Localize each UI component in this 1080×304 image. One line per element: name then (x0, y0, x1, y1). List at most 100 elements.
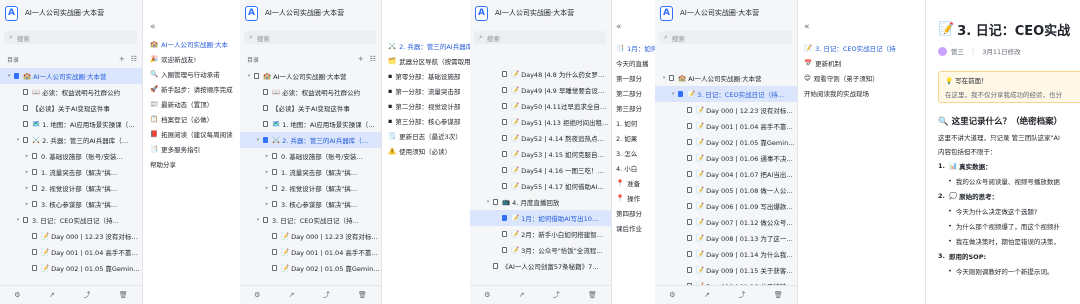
chevron-icon[interactable]: ▾ (255, 217, 261, 223)
tree-item[interactable]: 📝 Day54 | 4.16 一图三吃！… (470, 162, 611, 178)
outline-item[interactable]: 📰 最新动态（置顶） (150, 96, 240, 111)
outline-item[interactable]: 帮助分享 (150, 156, 240, 171)
share-icon[interactable]: ↗ (49, 291, 55, 299)
tree-item[interactable]: 📝 2月：新手小白如何搭建智… (470, 226, 611, 242)
outline-item[interactable]: ▪ 第一分部：流量突击部 (388, 83, 470, 98)
tree-item[interactable]: ▾ 📺 4. 月度直播回放 (470, 194, 611, 210)
outline-item[interactable]: 3. 怎么 (616, 145, 655, 160)
tree-item[interactable]: ▾ 🏫 AI一人公司实战圈·大本营 (655, 70, 797, 86)
tree-item[interactable]: ▸ 3. 核心参谋部（解决"搞… (240, 196, 381, 212)
gear-icon[interactable]: ⚙ (254, 291, 260, 299)
tree-item[interactable]: 📖 必读：权益说明与社群公约 (240, 84, 381, 100)
tree-item[interactable]: ▸ 0. 基础设施部（账号/安装… (0, 148, 142, 164)
tree-item[interactable]: 【必读】关于AI变现这件事 (0, 100, 142, 116)
collapse-icon[interactable]: « (804, 22, 810, 32)
tree-item[interactable]: 📝 Day 007 | 01.12 做公众号… (655, 214, 797, 230)
chevron-icon[interactable]: ▾ (15, 137, 21, 143)
chevron-icon[interactable]: ▾ (485, 199, 491, 205)
tree-item[interactable]: 📝 Day48 |4.8 为什么药女罗… (470, 66, 611, 82)
chevron-icon[interactable]: ▾ (661, 75, 667, 81)
tree-item[interactable]: 📝 Day52 | 4.14 熬夜追热点… (470, 130, 611, 146)
outline-item[interactable]: ▪ 第三分部：核心参谋部 (388, 113, 470, 128)
chevron-icon[interactable]: ▾ (15, 217, 21, 223)
gear-icon[interactable]: ⚙ (484, 291, 490, 299)
tree-item[interactable]: 📝 Day 001 | 01.04 高手不靠… (240, 244, 381, 260)
add-icon[interactable]: + (358, 55, 364, 63)
tree-item[interactable]: 📝 Day 006 | 01.09 写出爆款… (655, 198, 797, 214)
tree-item[interactable]: 📝 Day49 |4.9 早睡觉要会设… (470, 82, 611, 98)
chevron-icon[interactable]: ▾ (670, 91, 676, 97)
gear-icon[interactable]: ⚙ (14, 291, 20, 299)
tree-item[interactable]: 📝 Day50 |4.11过早追求全自… (470, 98, 611, 114)
chevron-icon[interactable]: ▸ (264, 185, 270, 191)
tree-item[interactable]: 🗺️ 1. 地图：AI应用场景实操课（… (0, 116, 142, 132)
trash-icon[interactable]: 🗑 (119, 291, 128, 299)
gear-icon[interactable]: ⚙ (669, 291, 675, 299)
chevron-icon[interactable]: ▸ (264, 153, 270, 159)
trash-icon[interactable]: 🗑 (774, 291, 783, 299)
tree-item[interactable]: 📝 Day 002 | 01.05 靠Gemin… (240, 260, 381, 276)
tree-item[interactable]: 📝 Day 001 | 01.04 高手不靠… (0, 244, 142, 260)
tree-item[interactable]: ▾ 3. 日记：CEO实战日记（持… (0, 212, 142, 228)
tree-item[interactable]: 📝 Day 000 | 12.23 没有对标… (0, 228, 142, 244)
tree-item[interactable]: ▾ 3. 日记：CEO实战日记（持… (240, 212, 381, 228)
outline-item[interactable]: ▪ 第二分部：视觉设计部 (388, 98, 470, 113)
outline-item[interactable]: 🎉 欢迎新战友! (150, 51, 240, 66)
tree-item[interactable]: ▸ 1. 流量突击部（解决"搞… (240, 164, 381, 180)
add-icon[interactable]: + (119, 55, 125, 63)
chart-icon[interactable]: ⤴ (83, 290, 90, 300)
tree-item[interactable]: ▸ 2. 视觉设计部（解决"搞… (240, 180, 381, 196)
outline-item[interactable]: 第二部分 (616, 85, 655, 100)
chart-icon[interactable]: ⤴ (738, 290, 745, 300)
tree-item[interactable]: 📝 Day 002 | 01.05 靠Gemin… (655, 134, 797, 150)
chevron-icon[interactable]: ▸ (264, 169, 270, 175)
outline-item[interactable]: 🚀 新手起步：请按顺序完成 (150, 81, 240, 96)
outline-item[interactable]: 📍 操作 (616, 190, 655, 205)
tree-item[interactable]: 📝 Day 009 | 01.15 关于获客… (655, 262, 797, 278)
chart-icon[interactable]: ⤴ (323, 290, 330, 300)
outline-item[interactable]: 📝 3. 日记：CEO实战日记（持 (804, 40, 925, 55)
search-input[interactable]: ⌕ 搜索 (659, 31, 792, 44)
tree-item[interactable]: ▾ 🏫 AI一人公司实战圈·大本营 (240, 68, 381, 84)
tree-item[interactable]: 📝 Day 005 | 01.08 做一人公… (655, 182, 797, 198)
chevron-icon[interactable]: ▸ (24, 153, 30, 159)
search-input[interactable]: ⌕ 搜索 (244, 31, 376, 44)
chevron-icon[interactable]: ▾ (6, 73, 12, 79)
chevron-icon[interactable]: ▸ (24, 169, 30, 175)
tree-item[interactable]: 《AI一人公司创富57条秘籍》7… (470, 258, 611, 274)
outline-item[interactable]: ▪ 第零分部：基础设施部 (388, 68, 470, 83)
tree-item[interactable]: 📝 Day 001 | 01.04 高手不靠… (655, 118, 797, 134)
tree-item[interactable]: 📝 Day51 |4.13 拒绝时间出租… (470, 114, 611, 130)
outline-item[interactable]: 课后作业 (616, 220, 655, 235)
outline-item[interactable]: 今天的直播 (616, 55, 655, 70)
share-icon[interactable]: ↗ (519, 291, 525, 299)
tree-item[interactable]: ▸ 1. 流量突击部（解决"搞… (0, 164, 142, 180)
trash-icon[interactable]: 🗑 (588, 291, 597, 299)
tree-item[interactable]: 📝 Day 000 | 12.23 没有对标… (240, 228, 381, 244)
outline-item[interactable]: 第三部分 (616, 100, 655, 115)
menu-icon[interactable]: ☷ (370, 55, 376, 63)
chevron-icon[interactable]: ▸ (24, 201, 30, 207)
trash-icon[interactable]: 🗑 (358, 291, 367, 299)
tree-item[interactable]: ▾ 📝 3. 日记：CEO实战日记（持… (655, 86, 797, 102)
tree-item[interactable]: 📝 Day53 | 4.15 如何克服自… (470, 146, 611, 162)
chevron-icon[interactable]: ▸ (24, 185, 30, 191)
outline-item[interactable]: 🔍 入圈管理与行动承诺 (150, 66, 240, 81)
tree-item[interactable]: ▾ 🏫 AI一人公司实战圈·大本营 (0, 68, 142, 84)
tree-item[interactable]: 📝 Day 003 | 01.06 通事不决… (655, 150, 797, 166)
share-icon[interactable]: ↗ (704, 291, 710, 299)
outline-item[interactable]: 📋 档案登记（必做） (150, 111, 240, 126)
tree-item[interactable]: 📝 Day 000 | 12.23 没有对标… (655, 102, 797, 118)
outline-item[interactable]: 🏫 AI一人公司实战圈·大本 (150, 36, 240, 51)
author-name[interactable]: 管三 (951, 46, 964, 56)
tree-item[interactable]: ▾ ⚔️ 2. 兵器：管三的AI兵器库（… (0, 132, 142, 148)
tree-item[interactable]: 📖 必读：权益说明与社群公约 (0, 84, 142, 100)
chart-icon[interactable]: ⤴ (553, 290, 560, 300)
outline-item[interactable]: ⚠️ 使用须知（必读） (388, 143, 470, 158)
collapse-icon[interactable]: « (150, 22, 156, 32)
chevron-icon[interactable]: ▾ (246, 73, 252, 79)
outline-item[interactable]: 📑 1月：如何 (616, 40, 655, 55)
outline-item[interactable]: 第四部分 (616, 205, 655, 220)
outline-item[interactable]: 第一部分 (616, 70, 655, 85)
tree-item[interactable]: ▸ 2. 视觉设计部（解决"搞… (0, 180, 142, 196)
